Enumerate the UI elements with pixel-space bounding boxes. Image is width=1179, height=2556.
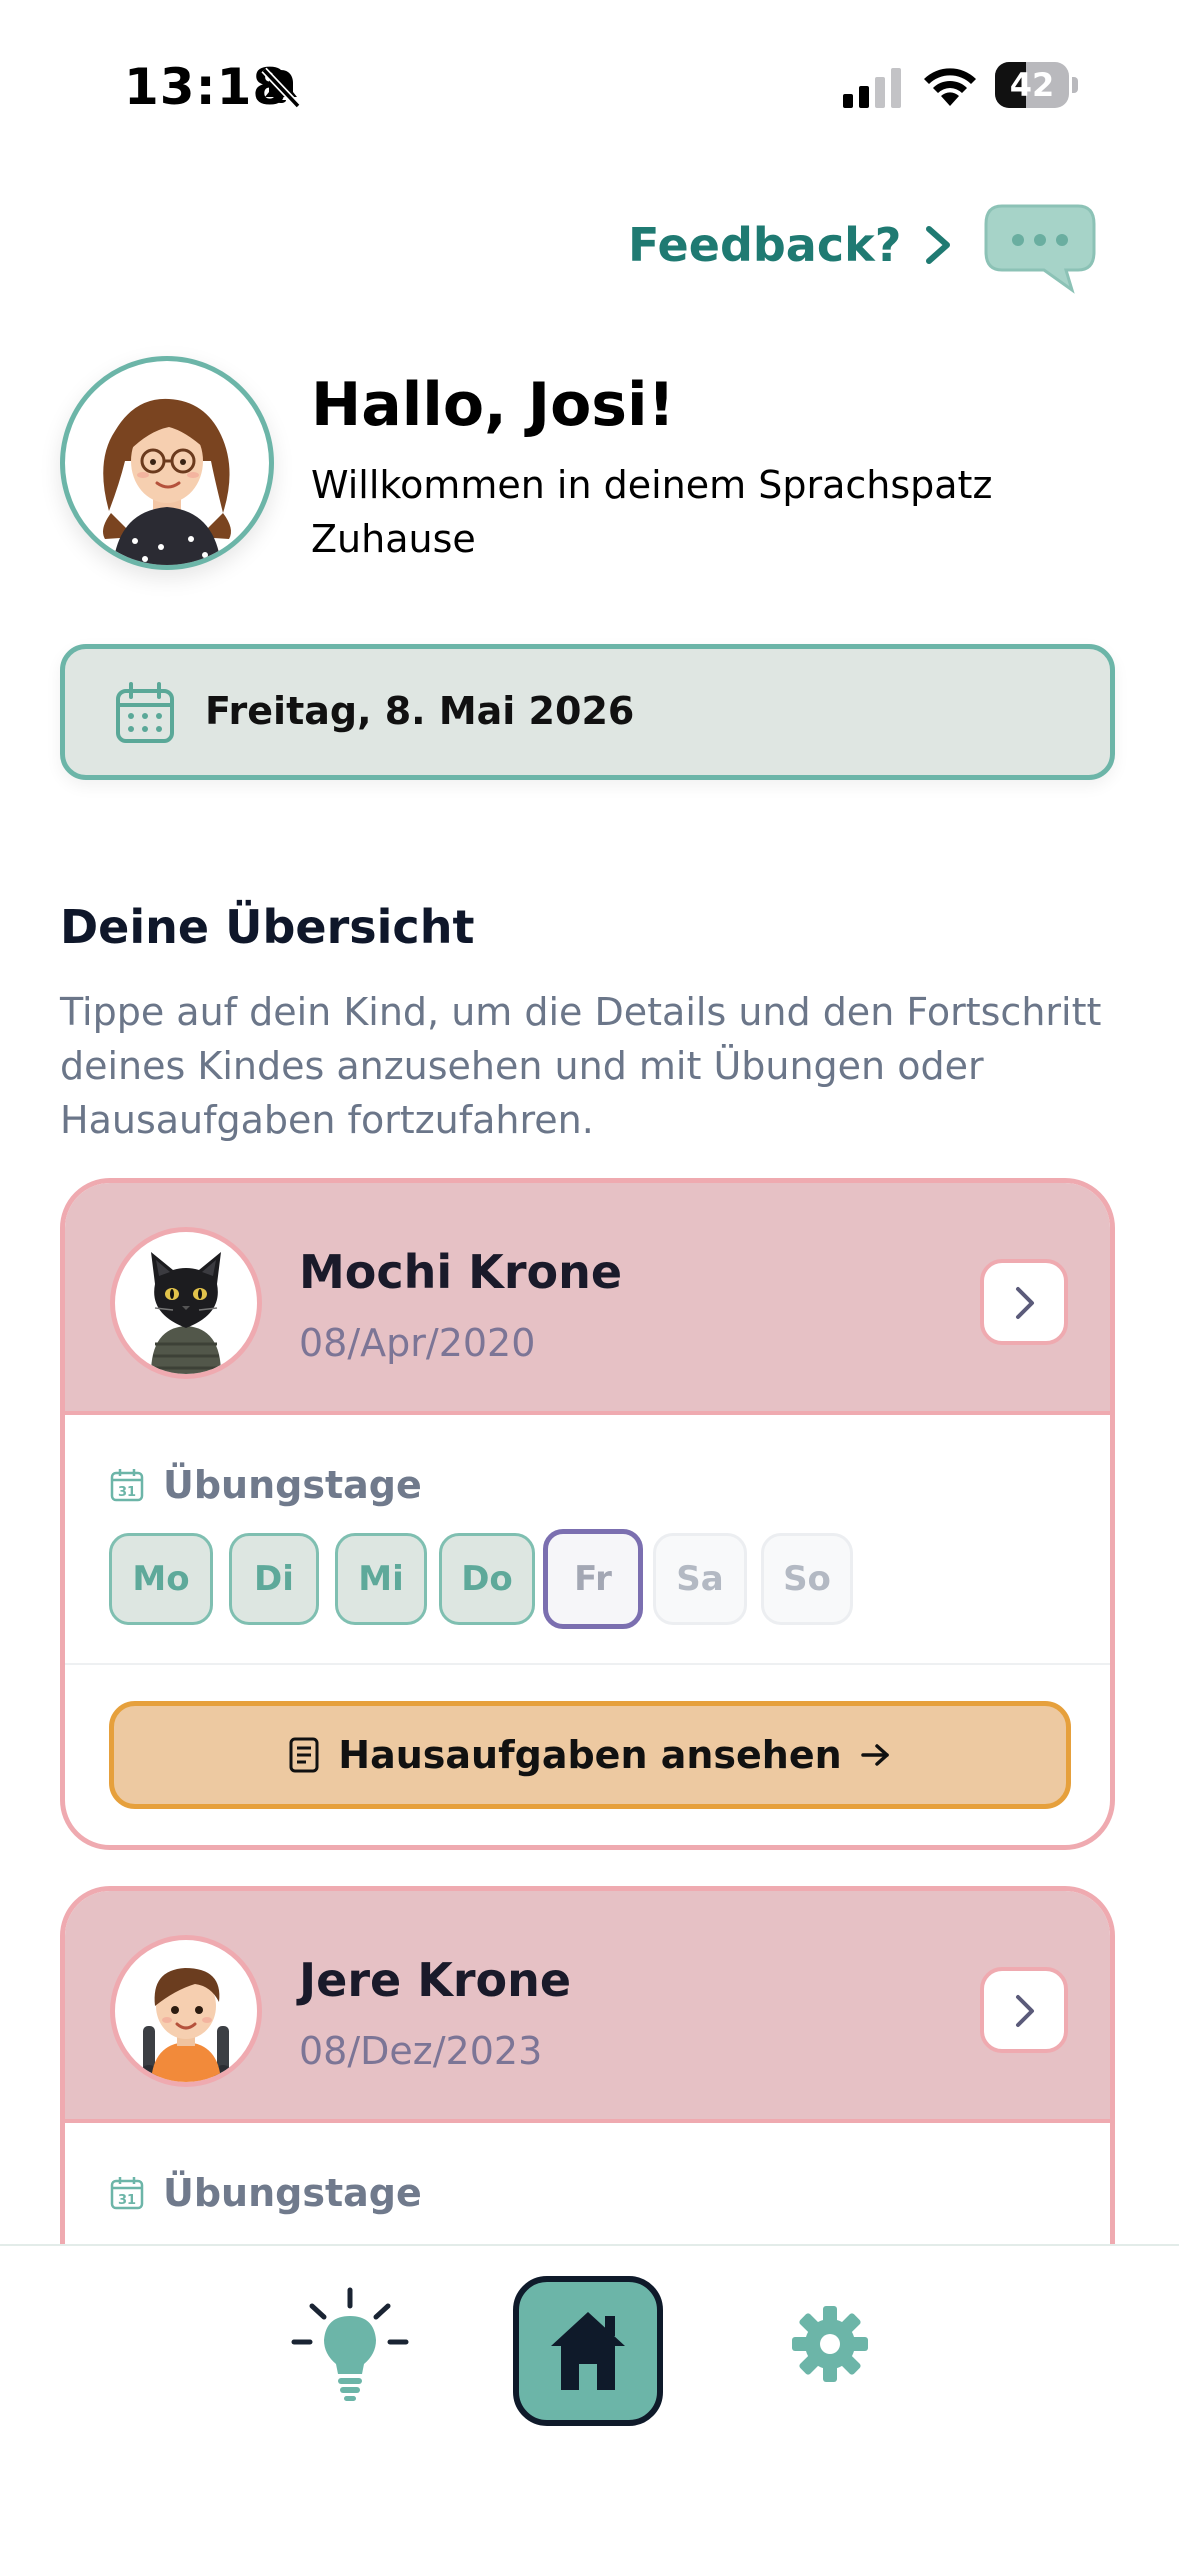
chevron-right-icon [926, 226, 951, 264]
chevron-right-icon [1016, 1287, 1034, 1319]
day-pill-fr: Fr [543, 1529, 643, 1629]
open-child-button[interactable] [980, 1967, 1068, 2053]
signal-icon [843, 68, 901, 108]
homework-button-label: Hausaufgaben ansehen [338, 1733, 842, 1777]
overview-title: Deine Übersicht [60, 900, 475, 954]
child-avatar [110, 1935, 262, 2087]
bottom-nav [0, 2244, 1179, 2556]
child-avatar [110, 1227, 262, 1379]
chat-bubble-icon[interactable] [980, 198, 1100, 298]
document-icon [289, 1737, 319, 1773]
cat-avatar-icon [151, 1252, 221, 1374]
status-bar: 13:18 42 [0, 0, 1179, 170]
home-icon [551, 2312, 625, 2390]
svg-text:31: 31 [118, 2193, 136, 2208]
calendar-icon [116, 682, 174, 743]
homework-button[interactable]: Hausaufgaben ansehen [109, 1701, 1071, 1809]
chevron-right-icon [1016, 1995, 1034, 2027]
child-birthdate: 08/Dez/2023 [299, 2029, 543, 2073]
date-text: Freitag, 8. Mai 2026 [205, 689, 635, 733]
day-pill-do: Do [439, 1533, 535, 1625]
settings-icon[interactable] [790, 2304, 870, 2384]
overview-description: Tippe auf dein Kind, um die Details und … [60, 990, 1102, 1142]
calendar-small-icon: 31 [110, 2177, 144, 2210]
child-card-header[interactable]: Jere Krone 08/Dez/2023 [65, 1891, 1110, 2123]
day-pill-sa: Sa [653, 1533, 747, 1625]
child-name: Mochi Krone [299, 1245, 623, 1299]
feedback-label: Feedback? [628, 218, 902, 272]
practice-days-label: Übungstage [163, 2171, 422, 2215]
practice-days-label: Übungstage [163, 1463, 422, 1507]
greeting-subtitle: Willkommen in deinem Sprachspatz Zuhause [311, 463, 993, 561]
day-pill-mi: Mi [335, 1533, 427, 1625]
lightbulb-icon[interactable] [290, 2286, 410, 2406]
arrow-right-icon [860, 1744, 889, 1766]
battery-percent: 42 [1009, 66, 1055, 104]
day-pill-so: So [761, 1533, 853, 1625]
nav-home-button[interactable] [513, 2276, 663, 2426]
user-avatar[interactable] [60, 356, 274, 570]
woman-avatar-icon [103, 398, 231, 565]
child-birthdate: 08/Apr/2020 [299, 1321, 536, 1365]
child-card-jere[interactable]: Jere Krone 08/Dez/2023 31 Übungstage [60, 1886, 1115, 2306]
child-name: Jere Krone [299, 1953, 572, 2007]
greeting-title: Hallo, Josi! [311, 370, 675, 440]
open-child-button[interactable] [980, 1259, 1068, 1345]
svg-text:31: 31 [118, 1485, 136, 1500]
wifi-icon [924, 68, 976, 106]
child-card-mochi[interactable]: Mochi Krone 08/Apr/2020 31 Übungstage Mo… [60, 1178, 1115, 1850]
practice-days-section: 31 Übungstage Mo Di Mi Do Fr Sa So [65, 1415, 1110, 1665]
bell-muted-icon [261, 67, 301, 109]
day-pill-di: Di [229, 1533, 319, 1625]
boy-avatar-icon [140, 1968, 232, 2082]
feedback-link[interactable]: Feedback? [628, 205, 953, 285]
battery-icon: 42 [995, 62, 1078, 108]
date-banner: Freitag, 8. Mai 2026 [60, 644, 1115, 780]
child-card-header[interactable]: Mochi Krone 08/Apr/2020 [65, 1183, 1110, 1415]
day-pill-mo: Mo [109, 1533, 213, 1625]
calendar-small-icon: 31 [110, 1469, 144, 1502]
